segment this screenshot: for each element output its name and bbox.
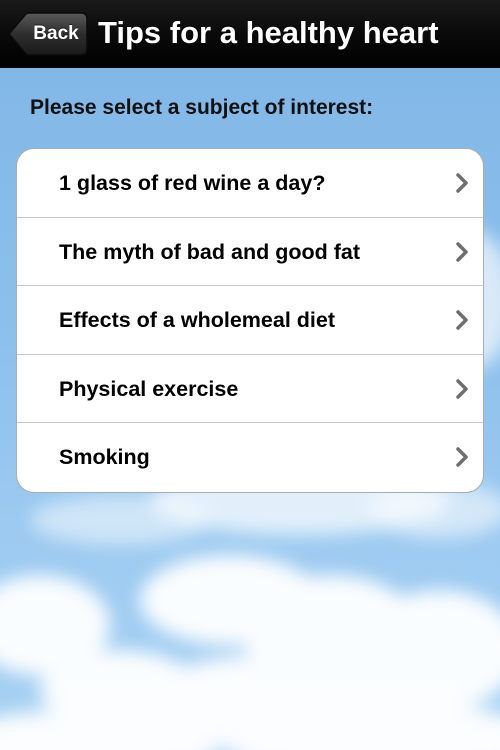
list-item-wholemeal-diet[interactable]: Effects of a wholemeal diet bbox=[17, 286, 483, 355]
chevron-right-icon bbox=[456, 310, 468, 330]
chevron-right-icon bbox=[456, 173, 468, 193]
list-item-label: 1 glass of red wine a day? bbox=[59, 171, 326, 195]
chevron-right-icon bbox=[456, 241, 468, 262]
list-item-physical-exercise[interactable]: Physical exercise bbox=[17, 355, 483, 424]
page-title: Tips for a healthy heart bbox=[98, 15, 439, 50]
list-item-label: The myth of bad and good fat bbox=[59, 239, 360, 264]
list-item-label: Physical exercise bbox=[59, 376, 239, 401]
back-button[interactable]: Back bbox=[8, 12, 88, 56]
list-item-red-wine[interactable]: 1 glass of red wine a day? bbox=[17, 149, 483, 218]
chevron-right-icon bbox=[456, 447, 468, 468]
list-item-label: Effects of a wholemeal diet bbox=[59, 308, 335, 333]
list-item-smoking[interactable]: Smoking bbox=[17, 423, 483, 492]
chevron-right-icon bbox=[456, 379, 468, 399]
selection-prompt: Please select a subject of interest: bbox=[30, 96, 374, 119]
navigation-bar: Back Tips for a healthy heart bbox=[0, 0, 500, 68]
list-item-label: Smoking bbox=[59, 445, 150, 470]
back-button-label: Back bbox=[33, 23, 79, 44]
subject-list: 1 glass of red wine a day? The myth of b… bbox=[16, 148, 484, 493]
list-item-fat-myth[interactable]: The myth of bad and good fat bbox=[17, 218, 483, 287]
